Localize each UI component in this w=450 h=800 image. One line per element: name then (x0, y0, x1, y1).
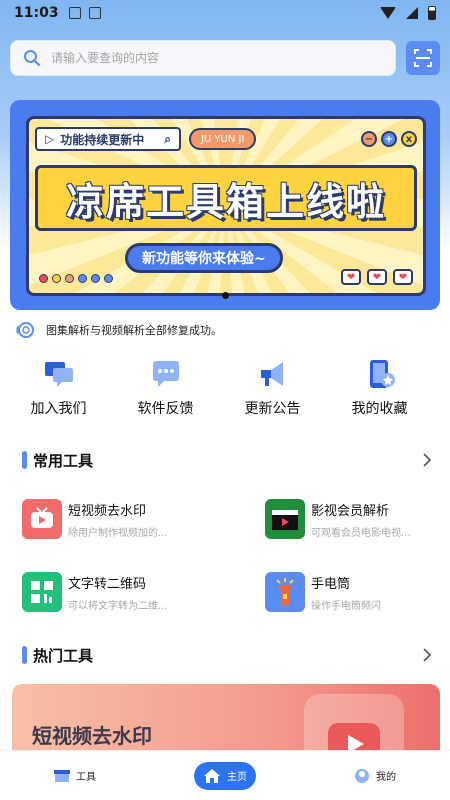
banner-hearts: ❤ ❤ ❤ (341, 269, 413, 285)
phone-star-icon (369, 360, 395, 388)
nav-label: 我的 (376, 772, 396, 783)
store-icon (54, 769, 70, 782)
nav-mine[interactable]: 我的 (300, 768, 450, 784)
qrcode-icon (22, 572, 62, 612)
quick-actions: 加入我们 软件反馈 更新公告 我的收藏 (0, 358, 450, 418)
quick-join-us[interactable]: 加入我们 (0, 358, 107, 418)
heart-icon: ❤ (367, 269, 387, 285)
nav-tools[interactable]: 工具 (0, 768, 150, 783)
search-row (10, 40, 440, 76)
plus-icon: + (381, 131, 397, 147)
tool-name: 影视会员解析 (311, 503, 390, 519)
gallery-notification-icon (68, 7, 81, 19)
quick-label: 加入我们 (30, 401, 87, 417)
play-icon: ▷ (45, 132, 55, 146)
search-icon (24, 50, 40, 66)
tool-desc: 操作手电筒频闪 (311, 600, 381, 612)
minus-icon: − (361, 131, 377, 147)
banner-window-controls: − + x (361, 131, 417, 147)
banner-tag: JU YUN JI (188, 128, 257, 150)
notice-text: 图集解析与视频解析全部修复成功。 (46, 324, 222, 337)
status-bar: 11:03 (0, 0, 450, 26)
bottom-nav: 工具 主页 我的 (0, 750, 450, 800)
nav-home[interactable]: 主页 (194, 761, 256, 790)
home-icon (204, 768, 220, 783)
notice-bar[interactable]: 图集解析与视频解析全部修复成功。 (16, 320, 222, 340)
tool-video-watermark[interactable]: 短视频去水印 除用户制作视频加的... (22, 499, 198, 539)
scan-button[interactable] (406, 41, 440, 75)
section-title: 常用工具 (33, 451, 94, 470)
user-icon (355, 768, 369, 783)
close-icon: x (401, 131, 417, 147)
nav-label: 主页 (227, 772, 247, 783)
announcement-icon (16, 322, 34, 338)
tv-play-icon (22, 499, 62, 539)
quick-feedback[interactable]: 软件反馈 (107, 358, 214, 418)
banner-title: 凉席工具箱上线啦 (35, 165, 417, 231)
section-accent-bar (22, 451, 27, 469)
banner-artwork: ▷ 功能持续更新中 ⌕ JU YUN JI − + x 凉席工具箱上线啦 新功能… (26, 116, 426, 296)
magnifier-icon: ⌕ (164, 131, 171, 146)
tv-play-icon (304, 694, 404, 754)
status-time: 11:03 (14, 5, 59, 21)
tool-text-qrcode[interactable]: 文字转二维码 可以将文字转为二维... (22, 572, 198, 612)
battery-icon (428, 6, 436, 20)
tool-name: 文字转二维码 (68, 576, 147, 592)
section-title: 热门工具 (33, 646, 94, 665)
banner-update-pill: ▷ 功能持续更新中 ⌕ (35, 127, 181, 151)
banner-page-indicator (222, 292, 229, 299)
flashlight-icon (265, 572, 305, 612)
chevron-right-icon[interactable] (422, 452, 432, 468)
tool-desc: 除用户制作视频加的... (68, 527, 168, 539)
clapperboard-icon (265, 499, 305, 539)
common-tools-header[interactable]: 常用工具 (22, 448, 432, 472)
banner-decor-dots (39, 274, 113, 283)
quick-favorites[interactable]: 我的收藏 (321, 358, 428, 418)
scan-icon (414, 49, 432, 67)
signal-icon (406, 7, 418, 19)
tool-name: 短视频去水印 (68, 503, 147, 519)
quick-label: 我的收藏 (351, 401, 408, 417)
tool-desc: 可以将文字转为二维... (68, 600, 168, 612)
banner-subtitle: 新功能等你来体验~ (125, 243, 283, 273)
hot-tools-header[interactable]: 热门工具 (22, 643, 432, 667)
tool-vip-parse[interactable]: 影视会员解析 可观看会员电影电视... (265, 499, 441, 539)
heart-icon: ❤ (341, 269, 361, 285)
quick-announcement[interactable]: 更新公告 (214, 358, 321, 418)
hot-tool-card[interactable]: 短视频去水印 (12, 684, 440, 754)
banner-pill-text: 功能持续更新中 (60, 132, 145, 147)
app-notification-icon (88, 7, 101, 19)
chevron-right-icon[interactable] (422, 647, 432, 663)
search-input[interactable] (51, 51, 371, 65)
hot-card-title: 短视频去水印 (32, 724, 152, 748)
section-accent-bar (22, 646, 27, 664)
quick-label: 软件反馈 (137, 401, 194, 417)
tool-desc: 可观看会员电影电视... (311, 527, 411, 539)
feedback-icon (152, 361, 179, 387)
wifi-icon (380, 7, 396, 19)
tool-name: 手电筒 (311, 576, 351, 592)
quick-label: 更新公告 (244, 401, 301, 417)
promo-banner[interactable]: ▷ 功能持续更新中 ⌕ JU YUN JI − + x 凉席工具箱上线啦 新功能… (10, 100, 440, 310)
nav-label: 工具 (76, 772, 96, 783)
megaphone-icon (260, 362, 283, 386)
chat-bubbles-icon (44, 362, 73, 387)
tool-flashlight[interactable]: 手电筒 操作手电筒频闪 (265, 572, 441, 612)
heart-icon: ❤ (393, 269, 413, 285)
search-box[interactable] (10, 40, 396, 76)
